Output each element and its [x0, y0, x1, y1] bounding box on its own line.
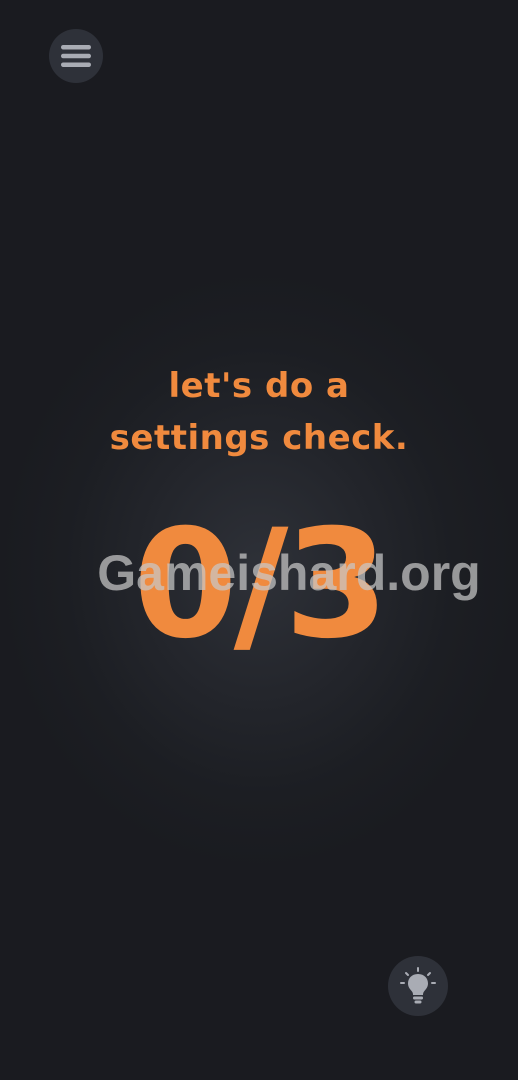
hamburger-menu-icon — [61, 45, 91, 67]
progress-counter: 0/3 — [133, 498, 389, 672]
prompt-line-2: settings check. — [109, 418, 409, 458]
settings-check-prompt: let's do a settings check. — [0, 360, 518, 464]
menu-button[interactable] — [49, 29, 103, 83]
lightbulb-icon — [400, 967, 436, 1004]
hint-button[interactable] — [388, 956, 448, 1016]
prompt-line-1: let's do a — [168, 366, 350, 406]
